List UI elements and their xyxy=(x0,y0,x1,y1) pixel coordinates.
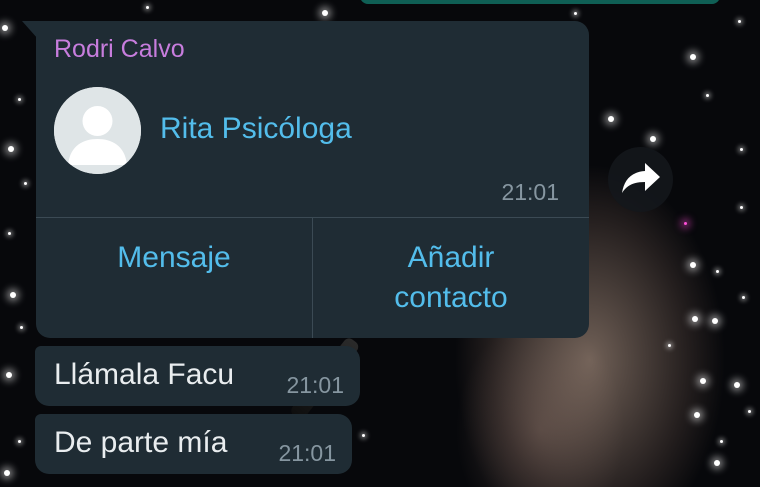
wallpaper-light xyxy=(716,270,719,273)
default-avatar-icon[interactable] xyxy=(54,87,141,174)
wallpaper-light xyxy=(650,136,656,142)
wallpaper-light xyxy=(20,326,23,329)
wallpaper-light xyxy=(690,262,696,268)
wallpaper-light xyxy=(146,6,149,9)
wallpaper-light xyxy=(2,25,8,31)
wallpaper-light xyxy=(706,94,709,97)
add-contact-button[interactable]: Añadir contacto xyxy=(313,218,589,338)
add-contact-label: Añadir contacto xyxy=(394,241,508,314)
sender-name[interactable]: Rodri Calvo xyxy=(54,35,185,64)
wallpaper-light xyxy=(740,206,743,209)
contact-card-message[interactable]: Rodri Calvo Rita Psicóloga 21:01 Mensaje… xyxy=(36,21,589,338)
wallpaper-light xyxy=(742,296,745,299)
forward-icon xyxy=(621,161,661,199)
message-contact-button[interactable]: Mensaje xyxy=(36,218,312,338)
wallpaper-light xyxy=(18,440,21,443)
wallpaper-light xyxy=(10,292,16,298)
wallpaper-light xyxy=(6,372,12,378)
message-bubble[interactable]: De parte mía 21:01 xyxy=(35,414,352,474)
wallpaper-light xyxy=(4,470,10,476)
message-text: De parte mía xyxy=(54,426,228,459)
wallpaper-light xyxy=(322,10,328,16)
wallpaper-light xyxy=(8,146,14,152)
message-timestamp: 21:01 xyxy=(501,179,559,205)
wallpaper-light xyxy=(738,20,741,23)
wallpaper-light xyxy=(24,182,27,185)
wallpaper-light xyxy=(574,12,577,15)
previous-outgoing-bubble-edge xyxy=(360,0,720,4)
wallpaper-light xyxy=(18,98,21,101)
wallpaper-light xyxy=(684,222,687,225)
wallpaper-light xyxy=(608,116,614,122)
message-timestamp: 21:01 xyxy=(278,440,336,466)
wallpaper-light xyxy=(668,344,671,347)
message-bubble[interactable]: Llámala Facu 21:01 xyxy=(35,346,360,406)
wallpaper-light xyxy=(720,440,723,443)
wallpaper-light xyxy=(734,382,740,388)
wallpaper-light xyxy=(712,318,718,324)
message-contact-label: Mensaje xyxy=(117,241,231,274)
wallpaper-light xyxy=(8,232,11,235)
chat-screen: Rodri Calvo Rita Psicóloga 21:01 Mensaje… xyxy=(0,0,760,487)
message-timestamp: 21:01 xyxy=(286,372,344,398)
wallpaper-light xyxy=(748,410,751,413)
wallpaper-light xyxy=(690,54,696,60)
forward-button[interactable] xyxy=(608,147,673,212)
wallpaper-light xyxy=(714,460,720,466)
wallpaper-light xyxy=(362,434,365,437)
message-text: Llámala Facu xyxy=(54,358,235,391)
wallpaper-light xyxy=(694,412,700,418)
wallpaper-light xyxy=(740,148,743,151)
shared-contact-name[interactable]: Rita Psicóloga xyxy=(160,112,352,146)
wallpaper-light xyxy=(700,378,706,384)
wallpaper-light xyxy=(692,316,698,322)
